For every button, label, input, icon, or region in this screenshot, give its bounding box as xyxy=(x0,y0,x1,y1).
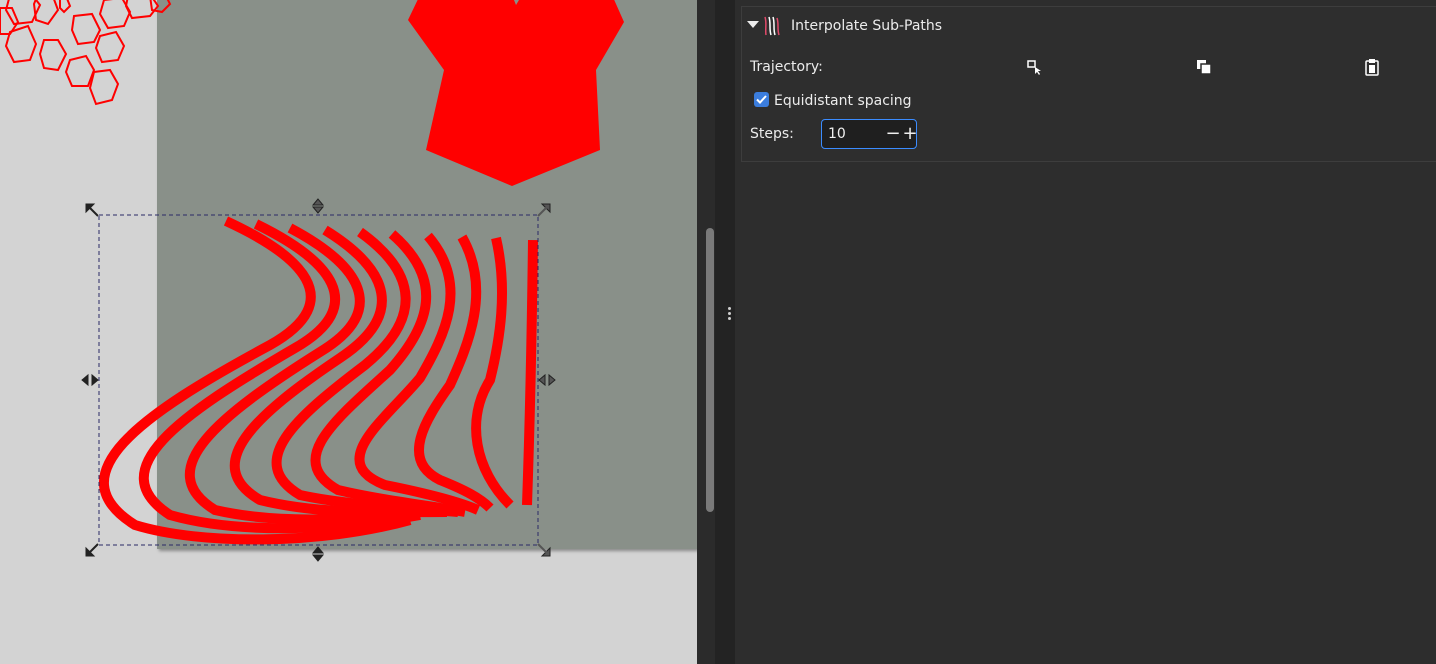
steps-spinbutton[interactable]: − + xyxy=(821,119,918,149)
steps-decrement-button[interactable]: − xyxy=(885,125,901,143)
steps-label: Steps: xyxy=(750,126,794,142)
handle-bottom-left[interactable] xyxy=(85,543,99,557)
path-effects-panel: Interpolate Sub-Paths Trajectory: Equidi… xyxy=(735,0,1436,664)
trajectory-label: Trajectory: xyxy=(750,59,823,75)
steps-increment-button[interactable]: + xyxy=(902,125,918,143)
expander-triangle-icon[interactable] xyxy=(747,21,759,28)
panel-divider[interactable] xyxy=(715,0,735,664)
red-polygon-shape[interactable] xyxy=(408,0,624,186)
handle-bottom-right[interactable] xyxy=(537,543,551,557)
steps-input[interactable] xyxy=(826,124,882,144)
canvas-scrollbar-thumb[interactable] xyxy=(706,228,714,512)
canvas-artwork[interactable] xyxy=(0,0,697,664)
hexagon-pattern[interactable] xyxy=(0,0,172,106)
divider-grip-dot xyxy=(728,307,731,310)
handle-top-left[interactable] xyxy=(85,203,99,217)
equidistant-spacing-checkbox[interactable] xyxy=(754,92,769,107)
handle-top[interactable] xyxy=(311,198,325,214)
interpolate-subpaths-icon xyxy=(764,16,780,36)
divider-grip-dot xyxy=(728,317,731,320)
handle-top-right[interactable] xyxy=(537,203,551,217)
handle-left[interactable] xyxy=(81,373,99,387)
handle-right[interactable] xyxy=(538,373,556,387)
handle-bottom[interactable] xyxy=(311,546,325,562)
copy-path-icon[interactable] xyxy=(1195,58,1213,76)
paste-path-icon[interactable] xyxy=(1363,58,1381,76)
canvas-area[interactable] xyxy=(0,0,697,664)
interpolated-paths[interactable] xyxy=(98,216,538,545)
checkmark-icon xyxy=(756,95,767,104)
divider-grip-dot xyxy=(728,312,731,315)
edit-on-canvas-icon[interactable] xyxy=(1026,58,1044,76)
equidistant-spacing-label[interactable]: Equidistant spacing xyxy=(774,93,912,109)
lpe-title: Interpolate Sub-Paths xyxy=(791,18,943,34)
